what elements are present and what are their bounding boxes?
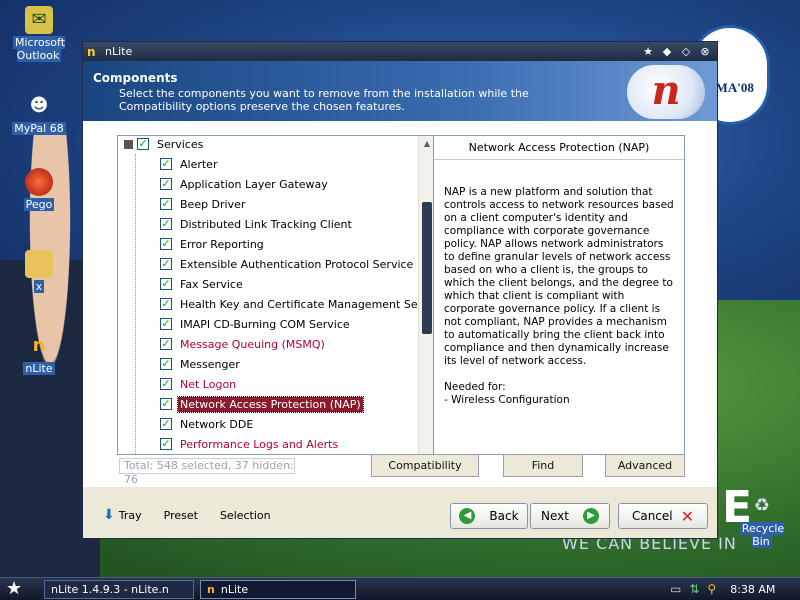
info-needed-label: Needed for: [444,381,506,393]
info-title: Network Access Protection (NAP) [434,136,684,160]
selection-button[interactable]: Selection [220,509,271,522]
tab-advanced[interactable]: Advanced [605,454,685,477]
checkbox[interactable]: ✓ [160,278,172,290]
checkbox[interactable]: ✓ [160,318,172,330]
checkbox[interactable]: ✓ [160,338,172,350]
tree-item[interactable]: ✓ Net Logon [160,374,238,394]
page-title: Components [93,71,178,85]
checkbox[interactable]: ✓ [160,358,172,370]
next-button[interactable]: Next ▶ [530,503,610,529]
minimize-icon[interactable]: ◆ [659,45,675,59]
nlite-window: n nLite ★ ◆ ◇ ⊗ Components Select the co… [82,41,718,539]
close-icon[interactable]: ⊗ [697,45,713,59]
next-arrow-icon: ▶ [582,508,599,524]
taskbar: ★ nLite 1.4.9.3 - nLite.n n nLite ▭ ⇅ ⚲ 8… [0,577,800,600]
checkbox[interactable]: ✓ [160,238,172,250]
wizard-bottom-bar: ⬇ Tray Preset Selection ◀ Back Next ▶ Ca… [83,486,717,538]
checkbox[interactable]: ✓ [160,398,172,410]
star-icon[interactable]: ★ [640,45,656,59]
checkbox[interactable]: ✓ [160,158,172,170]
nlite-app-icon: n [87,44,96,59]
tree-item[interactable]: ✓ Messenger [160,354,242,374]
tree-item[interactable]: ✓ Performance Logs and Alerts [160,434,340,454]
bottom-links: ⬇ Tray Preset Selection [103,507,293,523]
components-tree[interactable]: ✓ Services ✓ Alerter ✓ Application Layer G… [117,135,435,455]
tree-item[interactable]: ✓ Fax Service [160,274,245,294]
info-description: NAP is a new platform and solution that … [444,186,674,367]
tree-scrollbar[interactable]: ▲ [418,136,434,454]
page-description: Select the components you want to remove… [119,87,529,113]
window-titlebar[interactable]: n nLite ★ ◆ ◇ ⊗ [83,42,717,61]
collapse-icon[interactable] [124,139,133,149]
tree-item[interactable]: ✓ Health Key and Certificate Management S… [160,294,434,314]
info-body: NAP is a new platform and solution that … [434,160,684,407]
keyboard-icon[interactable]: ▭ [670,582,681,596]
desktop-icon-mypal[interactable]: ☻ MyPal 68 [12,92,66,135]
preset-button[interactable]: Preset [164,509,198,522]
tab-find[interactable]: Find [503,454,583,477]
taskbar-task-nlite-folder[interactable]: nLite 1.4.9.3 - nLite.n [44,580,194,599]
outlook-icon: ✉ [25,6,53,34]
mypal-icon: ☻ [29,95,49,116]
tree-item[interactable]: ✓ Message Queuing (MSMQ) [160,334,327,354]
taskbar-task-nlite[interactable]: n nLite [200,580,356,599]
tray-button[interactable]: ⬇ Tray [103,507,142,523]
window-title: nLite [105,45,133,58]
tree-item[interactable]: ✓ Extensible Authentication Protocol Serv… [160,254,415,274]
maximize-icon[interactable]: ◇ [678,45,694,59]
tree-item-selected[interactable]: ✓ Network Access Protection (NAP) [160,394,364,414]
tree-item[interactable]: ✓ Alerter [160,154,219,174]
back-button[interactable]: ◀ Back [450,503,528,529]
desktop-icon-outlook[interactable]: ✉ Microsoft Outlook [12,6,66,62]
tree-item[interactable]: ✓ Error Reporting [160,234,266,254]
desktop-icon-recycle-bin[interactable]: ♻ Recycle Bin [732,492,792,548]
recycle-bin-icon: ♻ [753,495,771,516]
nlite-logo-icon: n [627,65,705,119]
tree-item[interactable]: ✓ IMAPI CD-Burning COM Service [160,314,352,334]
back-arrow-icon: ◀ [459,508,476,524]
selection-status: Total: 548 selected, 37 hidden: 76 [119,458,295,486]
pego-icon [25,168,53,196]
search-icon[interactable]: ⚲ [707,582,716,596]
checkbox[interactable]: ✓ [160,198,172,210]
start-star-icon[interactable]: ★ [6,579,28,599]
nlite-task-icon: n [207,583,215,596]
checkbox[interactable]: ✓ [160,378,172,390]
tree-list: ✓ Services ✓ Alerter ✓ Application Layer G… [118,136,434,454]
components-content: ✓ Services ✓ Alerter ✓ Application Layer G… [83,121,717,486]
checkbox[interactable]: ✓ [160,438,172,450]
cancel-button[interactable]: Cancel ✕ [618,503,708,529]
checkbox[interactable]: ✓ [160,298,172,310]
desktop-icon-folder[interactable]: x [12,250,66,293]
desktop-icon-pego[interactable]: Pego [12,168,66,211]
tree-item[interactable]: ✓ Beep Driver [160,194,247,214]
checkbox[interactable]: ✓ [160,258,172,270]
nlite-icon: n [32,335,46,356]
checkbox[interactable]: ✓ [160,178,172,190]
taskbar-clock: 8:38 AM [730,582,776,596]
page-header: Components Select the components you wan… [83,61,717,121]
tab-compatibility[interactable]: Compatibility [371,454,479,477]
component-info-panel: Network Access Protection (NAP) NAP is a… [433,135,685,455]
system-tray: ▭ ⇅ ⚲ 8:38 AM [660,578,800,600]
folder-icon [25,250,53,278]
checkbox-services[interactable]: ✓ [137,138,149,150]
tree-item[interactable]: ✓ Distributed Link Tracking Client [160,214,354,234]
tree-item[interactable]: ✓ Application Layer Gateway [160,174,330,194]
network-icon[interactable]: ⇅ [689,582,699,596]
tree-guide-line [135,154,136,454]
desktop-icon-nlite[interactable]: n nLite [12,332,66,375]
checkbox[interactable]: ✓ [160,218,172,230]
scrollbar-thumb[interactable] [422,202,432,334]
tree-item[interactable]: ✓ Network DDE [160,414,255,434]
tree-root-services[interactable]: ✓ Services [124,136,205,154]
tray-icon: ⬇ [103,507,115,523]
checkbox[interactable]: ✓ [160,418,172,430]
cancel-x-icon: ✕ [680,506,695,526]
info-needed-item: - Wireless Configuration [444,394,570,406]
